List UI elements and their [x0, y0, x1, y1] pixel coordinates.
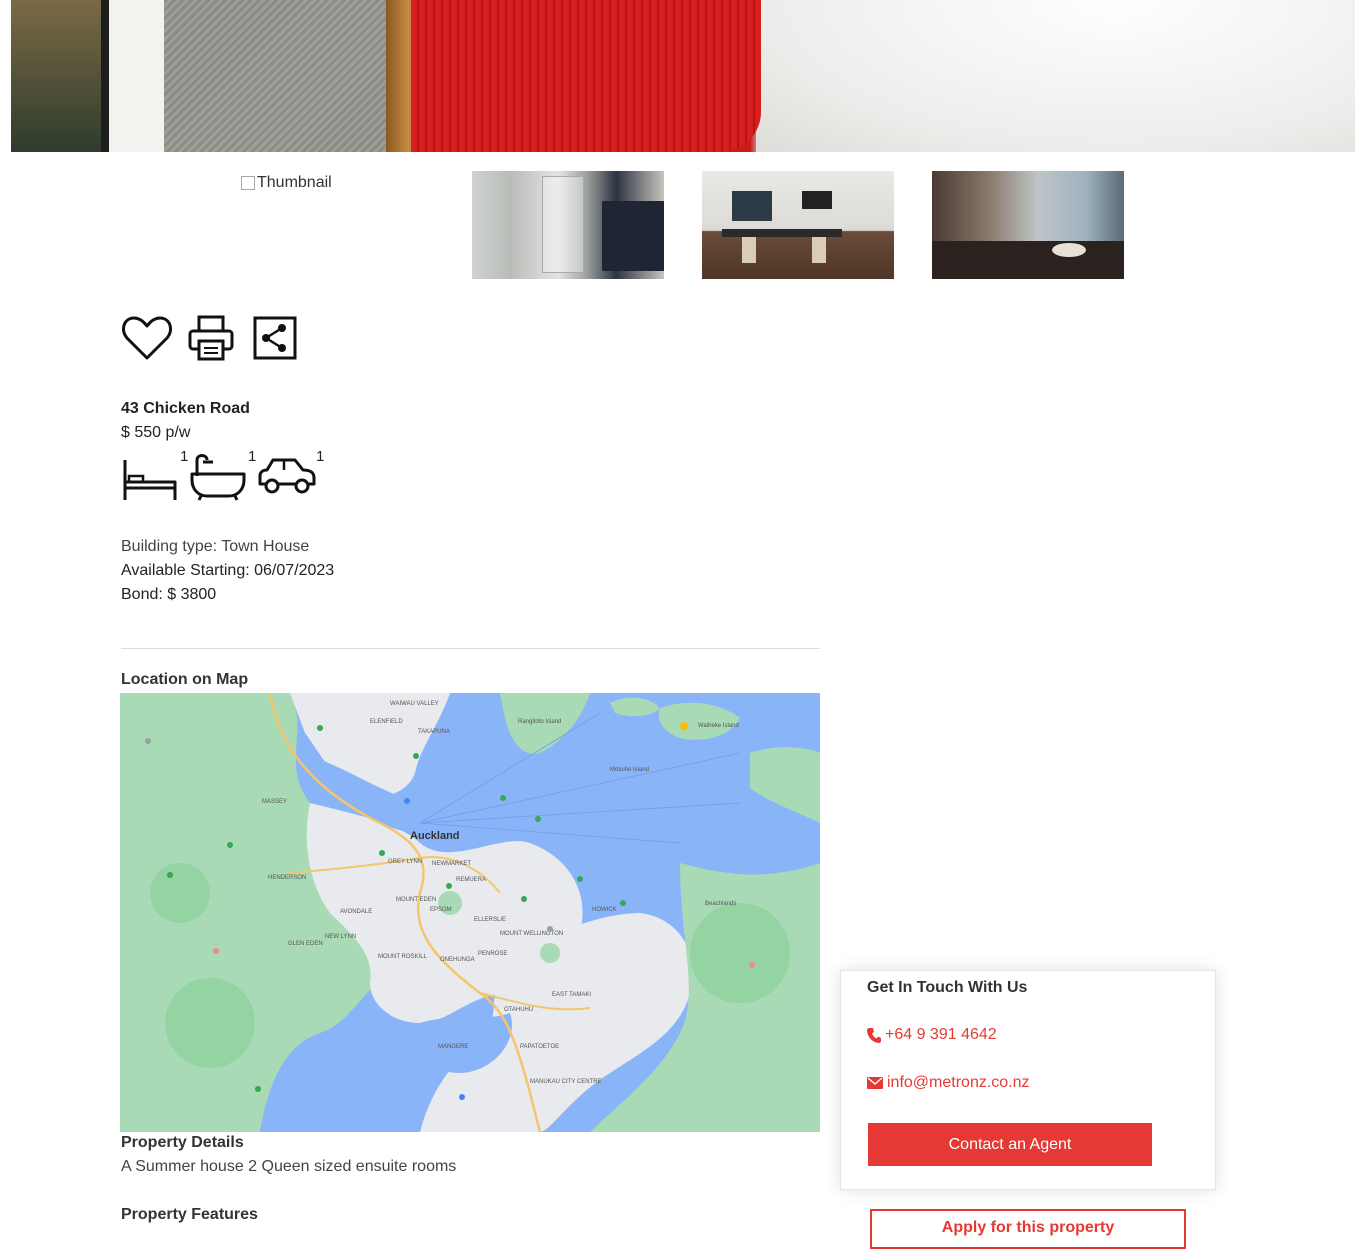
bed-icon [123, 460, 177, 500]
contact-agent-button[interactable]: Contact an Agent [868, 1123, 1152, 1166]
map-heading: Location on Map [121, 671, 249, 688]
bond-amount: Bond: $ 3800 [121, 586, 217, 603]
bedrooms-count: 1 [180, 448, 189, 465]
property-features-icons: 1 1 1 [121, 448, 325, 501]
map-label: MASSEY [262, 799, 287, 805]
map-label: Beachlands [705, 901, 736, 907]
map-label: MANGERE [438, 1044, 468, 1050]
map-label: MOUNT WELLINGTON [500, 931, 563, 937]
map-label: NEWMARKET [432, 861, 471, 867]
bathrooms-feature: 1 [189, 448, 257, 501]
contact-card: Get In Touch With Us +64 9 391 4642 info… [840, 970, 1216, 1190]
map-label: Waiheke Island [698, 723, 739, 729]
map-label: GLEN EDEN [288, 941, 323, 947]
phone-number[interactable]: +64 9 391 4642 [885, 1026, 997, 1044]
car-spaces-count: 1 [316, 448, 325, 465]
map-label: PAPATOETOE [520, 1044, 559, 1050]
hero-image [11, 0, 1355, 152]
divider [121, 648, 820, 649]
contact-title: Get In Touch With Us [867, 979, 1028, 996]
thumbnail-dining[interactable] [702, 171, 894, 279]
map-label: ELLERSLIE [474, 917, 506, 923]
listing-actions [121, 314, 301, 362]
phone-icon [867, 1028, 881, 1043]
map-label: MOUNT EDEN [396, 897, 436, 903]
email-link[interactable]: info@metronz.co.nz [867, 1074, 1030, 1092]
phone-link[interactable]: +64 9 391 4642 [867, 1026, 997, 1044]
printer-icon [188, 315, 234, 361]
bathrooms-count: 1 [248, 448, 257, 465]
map-label: OTAHUHU [504, 1007, 533, 1013]
map-label: NEW LYNN [325, 934, 356, 940]
map-label: Motuihe Island [610, 767, 649, 773]
map-label: Rangitoto Island [518, 719, 561, 725]
heart-icon [122, 316, 172, 360]
property-details-heading: Property Details [121, 1134, 244, 1151]
map-label: GREY LYNN [388, 859, 422, 865]
map-label: HOWICK [592, 907, 617, 913]
broken-image-icon [241, 176, 255, 190]
map-label: MANUKAU CITY CENTRE [530, 1079, 602, 1085]
map-label: MOUNT ROSKILL [378, 954, 428, 960]
available-date: Available Starting: 06/07/2023 [121, 562, 335, 579]
bath-icon [190, 454, 246, 501]
envelope-icon [867, 1077, 883, 1089]
property-details-text: A Summer house 2 Queen sized ensuite roo… [121, 1158, 457, 1175]
map-label: PENROSE [478, 951, 507, 957]
map-canvas[interactable]: Auckland WAIWAU VALLEY ELENFIELD TAKAPUN… [120, 693, 820, 1132]
map-label: REMUERA [456, 877, 486, 883]
location-map[interactable]: Auckland WAIWAU VALLEY ELENFIELD TAKAPUN… [120, 693, 820, 1132]
map-label: AVONDALE [340, 909, 372, 915]
bedrooms-feature: 1 [121, 448, 189, 500]
favourite-button[interactable] [121, 314, 173, 362]
map-label: Auckland [410, 830, 460, 842]
map-label: TAKAPUNA [418, 729, 450, 735]
building-type: Building type: Town House [121, 538, 310, 555]
map-label: WAIWAU VALLEY [390, 701, 439, 707]
car-icon [258, 458, 316, 494]
thumbnail-strip: Thumbnail [0, 171, 1366, 279]
car-spaces-feature: 1 [257, 448, 325, 500]
print-button[interactable] [185, 314, 237, 362]
email-address[interactable]: info@metronz.co.nz [887, 1074, 1030, 1092]
share-button[interactable] [249, 314, 301, 362]
map-label: EPSOM [430, 907, 452, 913]
thumbnail-kitchen[interactable] [932, 171, 1124, 279]
thumbnail-broken[interactable]: Thumbnail [241, 171, 361, 195]
map-label: ONEHUNGA [440, 957, 475, 963]
apply-button[interactable]: Apply for this property [870, 1209, 1186, 1249]
map-label: EAST TAMAKI [552, 992, 591, 998]
thumbnail-alt-text: Thumbnail [257, 174, 332, 191]
thumbnail-bathroom[interactable] [472, 171, 664, 279]
property-features-heading: Property Features [121, 1206, 258, 1223]
map-label: ELENFIELD [370, 719, 403, 725]
property-address: 43 Chicken Road [121, 400, 250, 417]
property-price: $ 550 p/w [121, 424, 191, 441]
share-icon [253, 316, 297, 360]
map-label: HENDERSON [268, 875, 306, 881]
